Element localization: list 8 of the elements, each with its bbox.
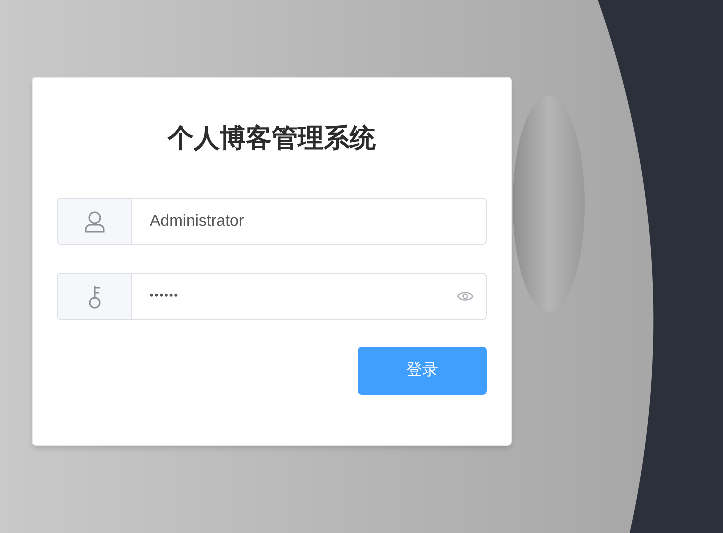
key-icon <box>88 284 102 308</box>
username-input[interactable]: Administrator <box>150 210 474 234</box>
password-field[interactable]: •••••• <box>57 273 487 320</box>
username-field[interactable]: Administrator <box>57 198 487 245</box>
eye-icon[interactable] <box>457 291 474 302</box>
page-title: 个人博客管理系统 <box>166 122 377 155</box>
password-input[interactable]: •••••• <box>150 288 457 305</box>
user-icon <box>84 210 104 232</box>
